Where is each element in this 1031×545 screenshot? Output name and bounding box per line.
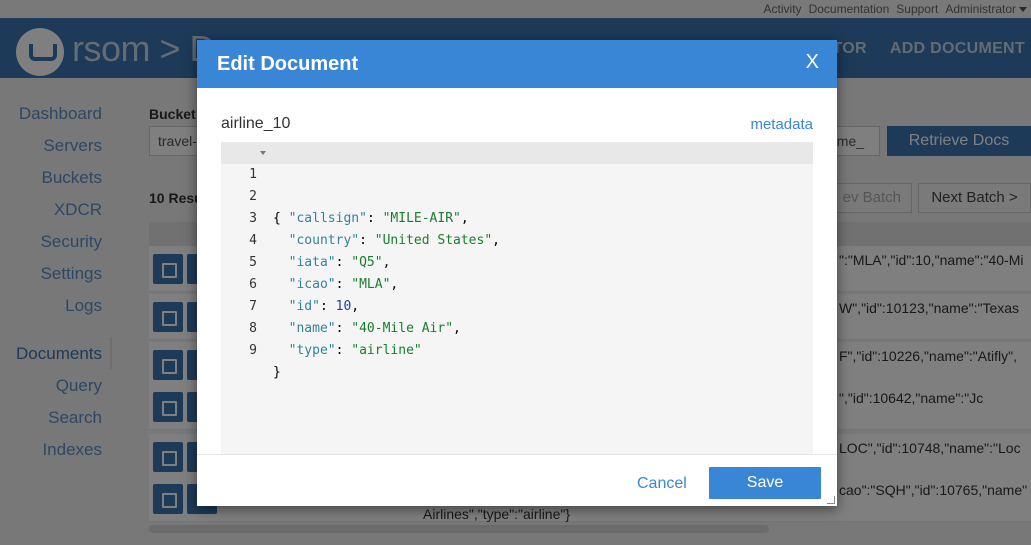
resize-handle-icon[interactable] [827, 496, 835, 504]
code-line: 9 } [221, 318, 813, 380]
code-line: 5 "icao": "MLA", [221, 230, 813, 292]
document-id: airline_10 [221, 115, 291, 132]
fold-arrow-icon[interactable] [260, 151, 266, 155]
code-line: 4 "iata": "Q5", [221, 208, 813, 270]
code-text: "type": "airline" [288, 343, 422, 358]
code-text: } [273, 365, 281, 380]
code-line: 8 "type": "airline" [221, 296, 813, 358]
code-line: 1 { [221, 142, 813, 226]
close-button[interactable]: X [806, 51, 819, 74]
code-line: 7 "name": "40-Mile Air", [221, 274, 813, 336]
metadata-link[interactable]: metadata [750, 116, 813, 133]
code-line: 3 "country": "United States", [221, 186, 813, 248]
dialog-footer: Cancel Save [197, 454, 837, 506]
cancel-button[interactable]: Cancel [637, 475, 687, 493]
code-line: 2 "callsign": "MILE-AIR", [221, 164, 813, 226]
edit-document-dialog: Edit Document X airline_10 metadata 1 { … [197, 40, 837, 506]
code-line: 6 "id": 10, [221, 252, 813, 314]
dialog-header: Edit Document X [197, 40, 837, 88]
line-number: 9 [249, 343, 257, 358]
json-editor[interactable]: 1 { 2 "callsign": "MILE-AIR", 3 "country… [221, 142, 813, 454]
save-button[interactable]: Save [709, 467, 821, 499]
dialog-title: Edit Document [217, 53, 359, 75]
